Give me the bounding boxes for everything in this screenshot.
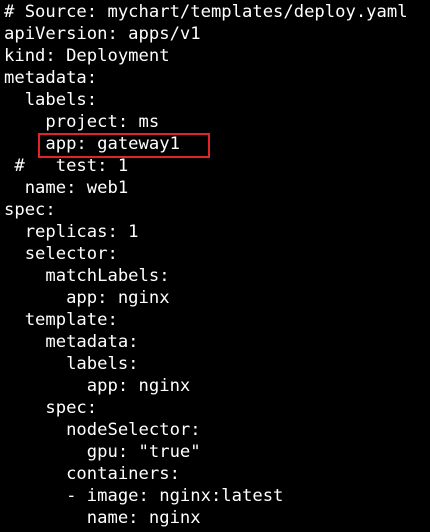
kind-line: kind: Deployment (4, 46, 170, 66)
spec-line: spec: (4, 200, 56, 220)
selector-line: selector: (4, 244, 118, 264)
image-line: - image: nginx:latest (4, 486, 284, 506)
project-label-line: project: ms (4, 112, 160, 132)
test-comment-line: # test: 1 (4, 156, 129, 176)
metadata-line: metadata: (4, 68, 98, 88)
template-line: template: (4, 310, 118, 330)
node-selector-line: nodeSelector: (4, 420, 201, 440)
replicas-line: replicas: 1 (4, 222, 139, 242)
template-spec-line: spec: (4, 398, 98, 418)
gpu-line: gpu: "true" (4, 442, 201, 462)
api-version-line: apiVersion: apps/v1 (4, 24, 201, 44)
template-app-line: app: nginx (4, 376, 191, 396)
selector-app-line: app: nginx (4, 288, 170, 308)
labels-line: labels: (4, 90, 98, 110)
template-metadata-line: metadata: (4, 332, 139, 352)
template-labels-line: labels: (4, 354, 139, 374)
terminal-output: # Source: mychart/templates/deploy.yaml … (0, 0, 430, 532)
containers-line: containers: (4, 464, 180, 484)
app-label-line: app: gateway1 (4, 134, 180, 154)
name-line: name: web1 (4, 178, 129, 198)
match-labels-line: matchLabels: (4, 266, 170, 286)
container-name-line: name: nginx (4, 508, 201, 528)
source-comment-line: # Source: mychart/templates/deploy.yaml (4, 2, 408, 22)
